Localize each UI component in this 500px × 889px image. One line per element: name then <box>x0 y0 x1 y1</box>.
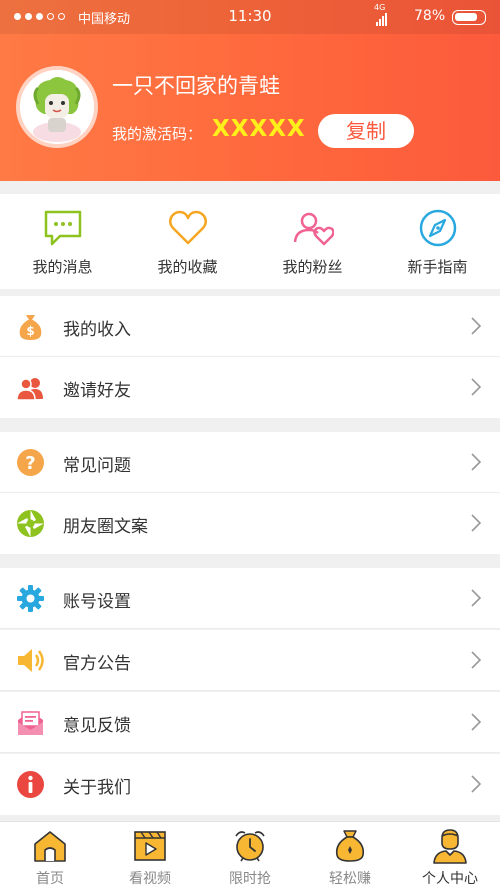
chevron-right-icon <box>471 775 482 793</box>
quick-action-favorites[interactable]: 我的收藏 <box>125 194 250 289</box>
quick-action-label: 我的粉丝 <box>282 258 343 276</box>
moments-icon <box>17 510 44 537</box>
menu-item-invite[interactable]: 邀请好友 <box>0 357 500 418</box>
activation-code-value: XXXXX <box>212 116 306 142</box>
question-icon: ? <box>17 449 44 476</box>
tab-label: 轻松赚 <box>329 871 371 887</box>
status-bar: 中国移动 11:30 4G 78% <box>0 0 500 34</box>
username: 一只不回家的青蛙 <box>112 74 280 98</box>
chevron-right-icon <box>471 514 482 532</box>
home-icon <box>34 831 66 862</box>
tab-easy-earn[interactable]: 轻松赚 <box>300 822 400 889</box>
menu-item-feedback[interactable]: 意见反馈 <box>0 692 500 753</box>
profile-header: 中国移动 11:30 4G 78% 一只不回家的青蛙 我的激活码： XXXXX … <box>0 0 500 181</box>
tab-flash-sale[interactable]: 限时抢 <box>200 822 300 889</box>
menu-item-label: 账号设置 <box>63 592 131 612</box>
battery-icon <box>452 10 486 25</box>
svg-text:?: ? <box>25 453 35 474</box>
copy-button[interactable]: 复制 <box>318 114 414 148</box>
network-type: 4G <box>374 3 386 12</box>
tab-label: 限时抢 <box>229 871 271 887</box>
alarm-icon <box>235 831 265 862</box>
invite-friends-icon <box>16 378 43 401</box>
menu-item-faq[interactable]: ? 常见问题 <box>0 432 500 493</box>
feedback-icon <box>18 711 43 735</box>
heart-icon <box>169 210 207 245</box>
speaker-icon <box>18 649 44 672</box>
tab-label: 首页 <box>36 871 64 887</box>
menu-item-label: 官方公告 <box>63 654 131 674</box>
gear-icon <box>17 585 44 612</box>
menu-item-label: 邀请好友 <box>63 381 131 401</box>
chevron-right-icon <box>471 713 482 731</box>
compass-icon <box>419 209 457 247</box>
info-icon <box>17 771 44 798</box>
menu-item-announcements[interactable]: 官方公告 <box>0 630 500 691</box>
menu-item-account-settings[interactable]: 账号设置 <box>0 568 500 629</box>
menu-item-about[interactable]: 关于我们 <box>0 754 500 815</box>
activation-code-label: 我的激活码： <box>112 125 203 143</box>
chevron-right-icon <box>471 651 482 669</box>
menu-item-label: 朋友圈文案 <box>63 517 148 537</box>
video-icon <box>134 831 166 861</box>
tab-home[interactable]: 首页 <box>0 822 100 889</box>
earn-bag-icon <box>335 830 365 862</box>
fans-icon <box>293 212 334 246</box>
money-bag-icon: $ <box>19 315 42 340</box>
chevron-right-icon <box>471 589 482 607</box>
quick-action-messages[interactable]: 我的消息 <box>0 194 125 289</box>
svg-text:$: $ <box>26 324 34 338</box>
quick-action-label: 我的收藏 <box>157 258 218 276</box>
quick-action-label: 新手指南 <box>407 258 468 276</box>
chevron-right-icon <box>471 453 482 471</box>
battery-percent: 78% <box>414 8 446 24</box>
quick-action-guide[interactable]: 新手指南 <box>375 194 500 289</box>
menu-item-moments[interactable]: 朋友圈文案 <box>0 493 500 554</box>
tab-profile[interactable]: 个人中心 <box>400 822 500 889</box>
chevron-right-icon <box>471 378 482 396</box>
tab-watch-video[interactable]: 看视频 <box>100 822 200 889</box>
tab-label: 个人中心 <box>422 871 478 887</box>
quick-action-fans[interactable]: 我的粉丝 <box>250 194 375 289</box>
menu-item-label: 常见问题 <box>63 456 131 476</box>
quick-action-label: 我的消息 <box>32 258 93 276</box>
message-icon <box>44 210 82 246</box>
avatar[interactable] <box>16 66 98 148</box>
person-icon <box>433 829 467 864</box>
tab-label: 看视频 <box>129 871 171 887</box>
bottom-tab-bar: 首页 看视频 限时抢 轻松赚 个人中心 <box>0 821 500 889</box>
menu-item-label: 关于我们 <box>63 778 131 798</box>
menu-item-label: 意见反馈 <box>63 716 131 736</box>
chevron-right-icon <box>471 317 482 335</box>
cellular-signal-icon <box>376 12 390 26</box>
menu-item-label: 我的收入 <box>63 320 131 340</box>
quick-actions: 我的消息 我的收藏 我的粉丝 新手指南 <box>0 194 500 289</box>
menu-item-income[interactable]: $ 我的收入 <box>0 296 500 357</box>
